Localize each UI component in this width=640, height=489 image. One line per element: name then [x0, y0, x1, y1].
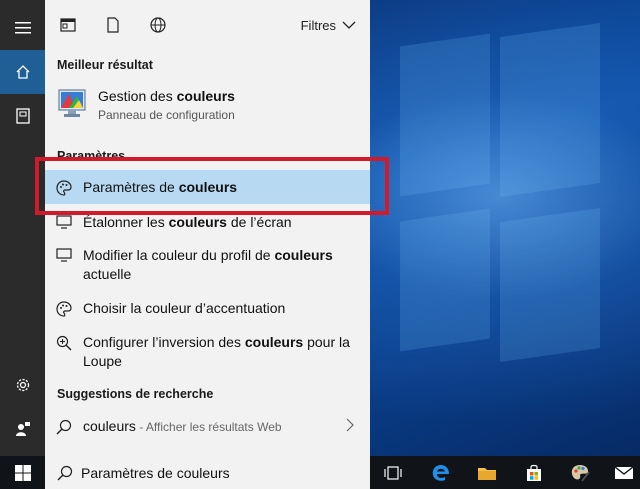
windows-logo-icon — [14, 464, 31, 481]
gear-icon — [16, 378, 29, 392]
suggestion-web-hint: - Afficher les résultats Web — [135, 420, 282, 434]
result-text-bold: couleurs — [178, 179, 238, 195]
best-match-subtitle: Panneau de configuration — [98, 108, 235, 122]
settings-result-calibrate[interactable]: Étalonner les couleurs de l’écran — [45, 213, 370, 232]
section-search-suggestions: Suggestions de recherche — [57, 387, 214, 401]
filters-label: Filtres — [300, 17, 336, 33]
result-text-bold: couleurs — [244, 334, 304, 350]
section-best-match: Meilleur résultat — [57, 58, 153, 72]
document-icon — [107, 17, 119, 33]
wallpaper-pane — [500, 207, 600, 363]
result-text: Paramètres de — [83, 179, 179, 195]
store-button[interactable] — [522, 461, 546, 485]
result-text-line2: Loupe — [83, 353, 122, 369]
task-view-icon — [384, 466, 402, 480]
paint-app-button[interactable] — [568, 461, 592, 485]
magnifier-plus-icon — [56, 335, 72, 351]
search-input[interactable] — [81, 464, 341, 481]
monitor-icon — [56, 215, 72, 229]
taskbar-search-box[interactable] — [45, 456, 370, 489]
settings-result-accent[interactable]: Choisir la couleur d’accentuation — [45, 299, 370, 318]
hamburger-icon — [14, 22, 31, 34]
suggestion-query: couleurs — [83, 418, 136, 434]
tab-apps[interactable] — [57, 14, 79, 36]
search-icon — [56, 419, 72, 435]
mail-envelope-icon — [614, 466, 634, 479]
result-text: Modifier la couleur du profil de — [83, 247, 275, 263]
notebook-icon — [15, 108, 30, 124]
result-text-bold: couleurs — [274, 247, 333, 263]
filters-dropdown[interactable]: Filtres — [301, 14, 356, 36]
search-results-panel: Filtres Meilleur résultat Gestion des co… — [45, 0, 370, 456]
taskbar — [0, 456, 640, 489]
section-settings: Paramètres — [57, 149, 126, 163]
best-match-result[interactable]: Gestion des couleurs Panneau de configur… — [45, 88, 370, 138]
store-bag-icon — [527, 464, 541, 481]
best-match-title-prefix: Gestion des — [98, 88, 177, 104]
folder-icon — [478, 468, 496, 480]
best-match-title-bold: couleurs — [176, 88, 235, 104]
apps-window-icon — [60, 18, 76, 32]
result-text: Étalonner les — [83, 214, 169, 230]
web-suggestion-row[interactable]: couleurs - Afficher les résultats Web — [45, 408, 370, 442]
feedback-person-icon — [15, 422, 30, 436]
result-text: Configurer l’inversion des — [83, 334, 245, 350]
palette-icon — [56, 180, 72, 196]
color-management-app-icon — [45, 88, 98, 120]
result-text-suffix: pour la — [303, 334, 350, 350]
tab-web[interactable] — [147, 14, 169, 36]
monitor-icon — [56, 248, 72, 262]
color-management-icon — [58, 89, 85, 117]
result-text-bold: couleurs — [168, 214, 227, 230]
start-button[interactable] — [0, 456, 45, 489]
settings-button[interactable] — [0, 363, 45, 407]
wallpaper-pane — [400, 33, 490, 197]
web-suggestion-content: couleurs - Afficher les résultats Web — [45, 417, 370, 437]
hamburger-menu-button[interactable] — [0, 6, 45, 50]
edge-browser-button[interactable] — [429, 461, 453, 485]
mail-button[interactable] — [612, 461, 636, 485]
result-text-line2: actuelle — [83, 266, 132, 282]
result-text-suffix: de l’écran — [226, 214, 292, 230]
best-match-title: Gestion des couleurs — [98, 88, 235, 104]
file-explorer-button[interactable] — [475, 461, 499, 485]
task-view-button[interactable] — [381, 461, 405, 485]
home-button[interactable] — [0, 50, 45, 94]
edge-icon — [432, 465, 449, 481]
feedback-button[interactable] — [0, 407, 45, 451]
paint-palette-icon — [571, 465, 590, 482]
result-text: Choisir la couleur d’accentuation — [83, 300, 286, 316]
filter-tabbar: Filtres — [45, 0, 370, 50]
wallpaper-pane — [400, 208, 490, 352]
palette-icon — [56, 301, 72, 317]
wallpaper-pane — [500, 22, 600, 198]
settings-result-color-settings[interactable]: Paramètres de couleurs — [45, 178, 370, 197]
settings-result-profile[interactable]: Modifier la couleur du profil de couleur… — [45, 246, 370, 284]
notebook-button[interactable] — [0, 94, 45, 138]
settings-result-magnifier[interactable]: Configurer l’inversion des couleurs pour… — [45, 333, 370, 371]
chevron-down-icon — [342, 21, 356, 29]
search-icon — [57, 465, 73, 480]
chevron-right-icon — [346, 418, 354, 432]
home-icon — [16, 65, 29, 79]
start-rail — [0, 0, 45, 456]
tab-documents[interactable] — [102, 14, 124, 36]
globe-icon — [150, 17, 166, 33]
